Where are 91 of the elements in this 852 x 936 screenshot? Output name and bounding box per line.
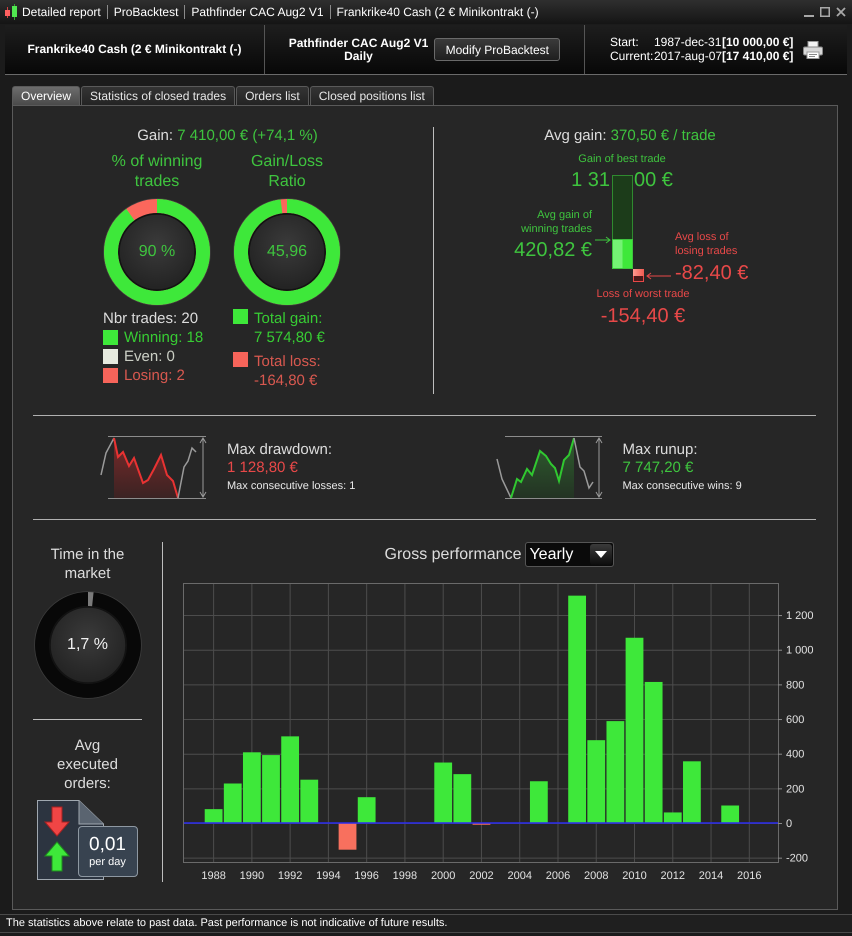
instrument-name: Frankrike40 Cash (2 € Minikontrakt (-) [27,43,242,56]
y-axis-label: 400 [786,748,804,761]
legend-value: 7 574,80 € [254,328,325,347]
window-title-part: ProBacktest [106,5,184,19]
close-icon[interactable] [836,7,846,17]
disclaimer-text: The statistics above relate to past data. Past performance is not indicative of future results. [0,914,852,933]
x-axis-label: 2002 [469,870,494,882]
y-axis-label: 1 000 [786,644,814,657]
worst-trade-label: Loss of worst trade [596,287,690,301]
leader-arrow [646,272,671,280]
maximize-icon[interactable] [820,7,830,17]
legend-label: Winning: 18 [124,328,204,347]
legend-label: Even: 0 [124,347,175,366]
y-axis-label: 600 [786,714,804,726]
capital-date: 1987-dec-31 [654,36,722,49]
trade-count: Nbr trades: 20 [103,309,200,328]
window-title-part: Frankrike40 Cash (2 € Minikontrakt (-) [330,5,545,19]
x-axis-label: 1996 [354,870,379,882]
period-select[interactable]: Yearly [525,542,614,567]
printer-icon[interactable] [803,40,824,58]
timeframe-label: Daily [344,50,373,62]
x-axis-label: 1992 [278,870,302,882]
x-axis-label: 2004 [507,870,532,882]
modify-button[interactable]: Modify ProBacktest [434,38,560,61]
y-axis-label: 0 [786,818,792,830]
avg-win-value: 420,82 € [514,238,592,262]
gain-bar [262,755,280,823]
gain-bar [453,774,472,823]
loss-bar [338,823,356,850]
gauge-value: 90 % [138,243,176,261]
tab[interactable]: Overview [12,86,80,105]
x-axis-label: 2006 [546,870,570,882]
gauge-title: Gain/Loss Ratio [250,152,324,192]
gain-summary: Gain: 7 410,00 € (+74,1 %) [136,127,318,145]
avg-win-label: Avg gain of winning trades [520,208,592,236]
extreme-note: Max consecutive losses: 1 [227,478,356,494]
gain-bar [530,781,548,823]
legend-value: -164,80 € [254,371,318,390]
capital-label: Current: [610,50,654,63]
legend-label: Total loss: [254,352,321,371]
x-axis-label: 1988 [201,870,226,882]
chart-title: Gross performance [384,546,522,564]
orders-title: Avg executed orders: [56,736,119,793]
legend-label: Losing: 2 [124,366,185,385]
avg-gain-summary: Avg gain: 370,50 € / trade [543,127,716,145]
gauge-value: 45,96 [266,243,308,261]
candlestick-icon [4,4,18,20]
x-axis-label: 2008 [584,870,608,882]
capital-date: 2017-aug-07 [654,50,722,63]
avg-loss-label: Avg loss of losing trades [675,230,738,258]
extreme-note: Max consecutive wins: 9 [622,478,742,494]
extreme-title: Max drawdown: [227,440,334,458]
x-axis-label: 1990 [240,870,264,882]
x-axis-label: 2000 [430,870,456,882]
leader-arrow [595,236,611,244]
capital-amount: [10 000,00 €] [722,36,794,49]
window-title-part: Detailed report [21,5,102,19]
capital-label: Start: [610,36,640,49]
x-axis-label: 1994 [316,870,341,882]
x-axis-label: 2012 [660,870,686,882]
x-axis-label: 1998 [392,870,418,882]
extreme-title: Max runup: [622,440,699,458]
extreme-value: 7 747,20 € [622,458,694,476]
time-in-market-title: Time in the market [50,545,126,583]
gauge-value: 1,7 % [67,636,108,654]
orders-rate-value: 0,01 [89,834,126,856]
tab[interactable]: Statistics of closed trades [81,86,236,105]
best-trade-value: 00 € [634,168,673,192]
best-trade-label: Gain of best trade [578,152,666,166]
avg-loss-value: -82,40 € [675,261,748,285]
window-title-part: Pathfinder CAC Aug2 V1 [184,5,330,19]
strategy-name: Pathfinder CAC Aug2 V1 [288,36,428,50]
y-axis-label: 800 [786,679,804,692]
x-axis-label: 2014 [698,870,724,882]
orders-rate-unit: per day [89,856,126,869]
gain-bar [358,797,376,823]
x-axis-label: 2016 [737,870,762,882]
tab[interactable]: Orders list [236,86,309,105]
dropdown-caret-icon[interactable] [590,544,612,565]
tab[interactable]: Closed positions list [310,86,434,105]
worst-trade-value: -154,40 € [600,304,686,328]
x-axis-label: 2010 [622,870,647,882]
y-axis-label: 1 200 [786,610,814,622]
best-trade-value: 1 31 [571,168,610,192]
gauge-title: % of winning trades [110,152,204,192]
legend-label: Total gain: [254,309,324,328]
extreme-value: 1 128,80 € [227,458,299,476]
y-axis-label: 200 [786,783,804,796]
y-axis-label: -200 [786,852,808,865]
capital-amount: [17 410,00 €] [722,50,794,63]
gain-bar [434,762,452,823]
